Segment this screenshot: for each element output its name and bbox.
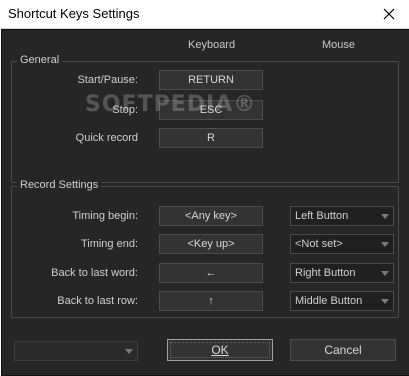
back-to-last-row-label: Back to last row: (57, 295, 138, 307)
start-pause-key-value: RETURN (188, 74, 234, 86)
back-to-last-row-key-button[interactable]: ↑ (159, 291, 263, 311)
chevron-down-icon (381, 299, 389, 304)
timing-end-label: Timing end: (80, 238, 138, 250)
title-bar: Shortcut Keys Settings (0, 0, 409, 29)
stop-key-value: ESC (199, 104, 223, 116)
back-to-last-word-key-value: ← (205, 267, 217, 279)
timing-end-key-button[interactable]: <Key up> (159, 234, 263, 254)
start-pause-key-button[interactable]: RETURN (159, 70, 263, 90)
keyboard-column-header: Keyboard (188, 39, 236, 51)
window-title: Shortcut Keys Settings (8, 6, 140, 21)
mouse-column-header: Mouse (322, 39, 356, 51)
timing-end-key-value: <Key up> (187, 238, 235, 250)
general-group-title: General (17, 54, 63, 66)
timing-begin-label: Timing begin: (72, 210, 138, 222)
stop-label: Stop: (112, 104, 138, 116)
chevron-down-icon (381, 271, 389, 276)
back-to-last-row-mouse-select[interactable]: Middle Button (290, 291, 394, 311)
stop-key-button[interactable]: ESC (159, 100, 263, 120)
timing-begin-key-value: <Any key> (185, 210, 237, 222)
timing-begin-mouse-select[interactable]: Left Button (290, 206, 394, 226)
back-to-last-word-mouse-select[interactable]: Right Button (290, 263, 394, 283)
close-icon (383, 8, 395, 20)
quick-record-key-value: R (207, 132, 215, 144)
back-to-last-word-mouse-value: Right Button (295, 267, 356, 279)
close-button[interactable] (369, 0, 409, 28)
ok-button-label: OK (211, 343, 229, 357)
quick-record-label: Quick record (75, 132, 138, 144)
cancel-button[interactable]: Cancel (290, 339, 396, 361)
chevron-down-icon (381, 214, 389, 219)
timing-begin-key-button[interactable]: <Any key> (159, 206, 263, 226)
quick-record-key-button[interactable]: R (159, 128, 263, 148)
back-to-last-row-key-value: ↑ (208, 295, 214, 307)
back-to-last-word-key-button[interactable]: ← (159, 263, 263, 283)
record-settings-group-title: Record Settings (17, 179, 102, 191)
dialog-body: Keyboard Mouse General Start/Pause: RETU… (1, 29, 409, 376)
back-to-last-word-label: Back to last word: (51, 267, 138, 279)
chevron-down-icon (381, 242, 389, 247)
cancel-button-label: Cancel (324, 343, 362, 357)
ok-button[interactable]: OK (167, 339, 273, 361)
timing-begin-mouse-value: Left Button (295, 210, 349, 222)
back-to-last-row-mouse-value: Middle Button (295, 295, 363, 307)
timing-end-mouse-select[interactable]: <Not set> (290, 234, 394, 254)
timing-end-mouse-value: <Not set> (295, 238, 343, 250)
chevron-down-icon (125, 349, 133, 354)
profile-select[interactable] (14, 341, 138, 361)
start-pause-label: Start/Pause: (77, 74, 138, 86)
